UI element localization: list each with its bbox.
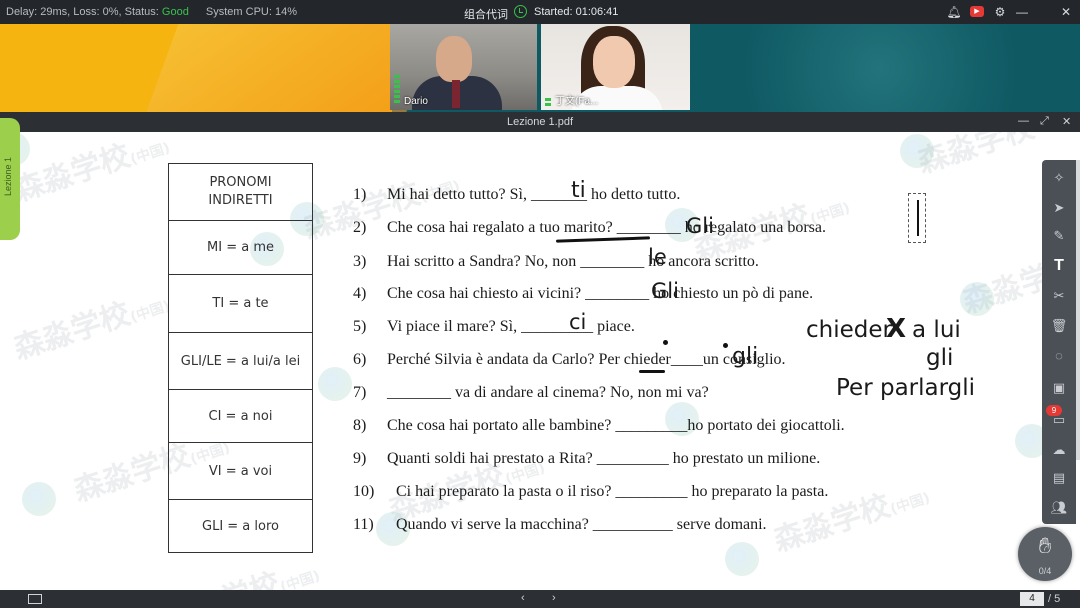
teacher-name: Dario <box>404 96 428 107</box>
exercise-line: 8) Che cosa hai portato alle bambine? ___… <box>353 417 845 434</box>
pronoun-table: PRONOMI INDIRETTI MI = a me TI = a te GL… <box>168 163 313 553</box>
exercise-line: 9) Quanti soldi hai prestato a Rita? ____… <box>353 450 821 467</box>
video-strip: Dario 丁文(Fa... <box>0 24 1080 112</box>
select-arrow-icon[interactable]: ➤ <box>1049 198 1069 218</box>
close-icon[interactable]: ✕ <box>1058 4 1074 20</box>
watermark: 森淼学校(中国) <box>9 138 173 209</box>
pronoun-row: TI = a te <box>168 274 313 333</box>
watermark-logo <box>960 282 994 316</box>
lesson-tab[interactable]: Lezione 1 <box>0 118 20 240</box>
gallery-icon[interactable]: ▣ <box>1049 378 1069 398</box>
handwritten-answer: Gli <box>651 279 679 303</box>
exercise-line: 2) Che cosa hai regalato a tuo marito? __… <box>353 219 826 236</box>
handwritten-note: Per parlargli <box>836 375 976 401</box>
teacher-face <box>436 36 472 82</box>
exercise-line: 11) Quando vi serve la macchina? ________… <box>353 516 767 533</box>
app-window: Delay: 29ms, Loss: 0%, Status: Good Syst… <box>0 0 1080 608</box>
handwritten-answer: le <box>648 245 667 269</box>
doc-close-icon[interactable]: ✕ <box>1062 115 1071 128</box>
doc-expand-icon[interactable]: ⤢ <box>1040 115 1049 128</box>
student-video[interactable]: 丁文(Fa... <box>541 24 690 110</box>
teacher-video[interactable]: Dario <box>390 24 537 110</box>
exercise-line: 5) Vi piace il mare? Sì, _________ piace. <box>353 318 635 335</box>
pen-icon[interactable]: ✎ <box>1049 226 1069 246</box>
document-title: Lezione 1.pdf <box>506 116 574 128</box>
hand-count: 0/4 <box>1038 566 1052 576</box>
users-icon[interactable]: 👥︎ <box>1049 498 1069 518</box>
watermark-logo <box>900 134 934 168</box>
teacher-tie <box>452 80 460 108</box>
handwritten-answer: Gli <box>686 214 714 238</box>
underline-mark <box>639 370 665 373</box>
exercise-line: 4) Che cosa hai chiesto ai vicini? ______… <box>353 285 814 302</box>
status-value: Good <box>161 6 189 18</box>
text-cursor-box[interactable] <box>908 193 926 243</box>
banner-background <box>0 24 392 112</box>
pager-bar: ‹ › 4 / 5 <box>0 590 1080 608</box>
watermark: 森淼学校(中国) <box>769 488 933 559</box>
watermark: 森淼学校(中国) <box>9 296 173 367</box>
document-titlebar: Lezione 1.pdf — ⤢ ✕ <box>0 112 1080 132</box>
layout-icon[interactable] <box>28 594 42 604</box>
text-tool-icon[interactable]: T <box>1049 256 1069 276</box>
previous-page-button[interactable]: ‹ <box>521 592 525 604</box>
exercise-line: 1) Mi hai detto tutto? Sì, _______ ho det… <box>353 186 681 203</box>
chat-badge: 9 <box>1046 405 1062 416</box>
minimize-icon[interactable]: — <box>1014 4 1030 20</box>
exercise-line: 3) Hai scritto a Sandra? No, non ________… <box>353 253 759 270</box>
exercise-line: 7) ________ va di andare al cinema? No, n… <box>353 384 709 401</box>
dot-mark <box>723 343 728 348</box>
pronoun-table-header: PRONOMI INDIRETTI <box>168 163 313 221</box>
shape-icon[interactable]: ◌ <box>1049 346 1069 366</box>
mic-level-icon <box>394 75 400 105</box>
clock-icon <box>514 5 527 18</box>
toolbox-icon[interactable]: ▤ <box>1049 468 1069 488</box>
banner-decoration <box>700 24 1060 112</box>
doc-minimize-icon[interactable]: — <box>1018 115 1029 127</box>
pronoun-row: VI = a voi <box>168 442 313 500</box>
page-number-input[interactable]: 4 <box>1020 592 1044 606</box>
pronoun-row: CI = a noi <box>168 389 313 443</box>
bell-icon[interactable]: 🔔︎ <box>946 4 962 20</box>
exercise-line: 6) Perché Silvia è andata da Carlo? Per c… <box>353 351 786 368</box>
hand-icon: ✋︎ <box>1038 533 1052 558</box>
combo-words-label: 组合代词 <box>464 9 508 21</box>
watermark-logo <box>725 542 759 576</box>
trash-icon[interactable]: 🗑︎ <box>1049 316 1069 336</box>
dot-mark <box>663 340 668 345</box>
pronoun-row: MI = a me <box>168 220 313 275</box>
student-name: 丁文(Fa... <box>555 96 599 107</box>
document-scrollbar[interactable] <box>1076 160 1080 460</box>
gear-icon[interactable]: ⚙ <box>992 4 1008 20</box>
session-timer: Started: 01:06:41 <box>534 6 619 18</box>
mic-level-icon <box>545 98 551 106</box>
tool-palette: ✧ ➤ ✎ T ✂ 🗑︎ ◌ ▣ ▭ ☁ ▤ 👥︎ <box>1042 160 1076 524</box>
laser-pointer-icon[interactable]: ✧ <box>1049 168 1069 188</box>
watermark: 森淼学校 <box>913 132 1039 181</box>
pronoun-row: GLI = a loro <box>168 499 313 553</box>
handwritten-note: chiederX a lui <box>806 314 961 344</box>
next-page-button[interactable]: › <box>552 592 556 604</box>
status-bar: Delay: 29ms, Loss: 0%, Status: Good Syst… <box>0 0 1080 24</box>
scissors-icon[interactable]: ✂ <box>1049 286 1069 306</box>
exercise-line: 10) Ci hai preparato la pasta o il riso? … <box>353 483 829 500</box>
network-status: Delay: 29ms, Loss: 0%, Status: Good Syst… <box>6 6 297 18</box>
handwritten-note: gli <box>926 345 954 371</box>
cloud-icon[interactable]: ☁ <box>1049 440 1069 460</box>
watermark-logo <box>22 482 56 516</box>
raise-hand-button[interactable]: ✋︎ 0/4 <box>1018 527 1072 581</box>
document-page[interactable]: 森淼学校(中国) 森淼学校(中国) 森淼学校(中国) 森淼学校 森淼学校(中国)… <box>0 132 1080 590</box>
delay-text: Delay: 29ms, Loss: 0%, Status: <box>6 6 159 18</box>
handwritten-answer: ti <box>571 178 586 203</box>
watermark-logo <box>318 367 352 401</box>
handwritten-answer: gli <box>732 344 759 369</box>
student-face <box>593 36 635 88</box>
cpu-text: System CPU: 14% <box>205 6 297 18</box>
page-total: / 5 <box>1048 593 1061 605</box>
pronoun-row: GLI/LE = a lui/a lei <box>168 332 313 390</box>
underline-mark <box>555 236 651 243</box>
handwritten-answer: ci <box>569 310 587 334</box>
youtube-icon[interactable]: ▶ <box>970 6 984 17</box>
